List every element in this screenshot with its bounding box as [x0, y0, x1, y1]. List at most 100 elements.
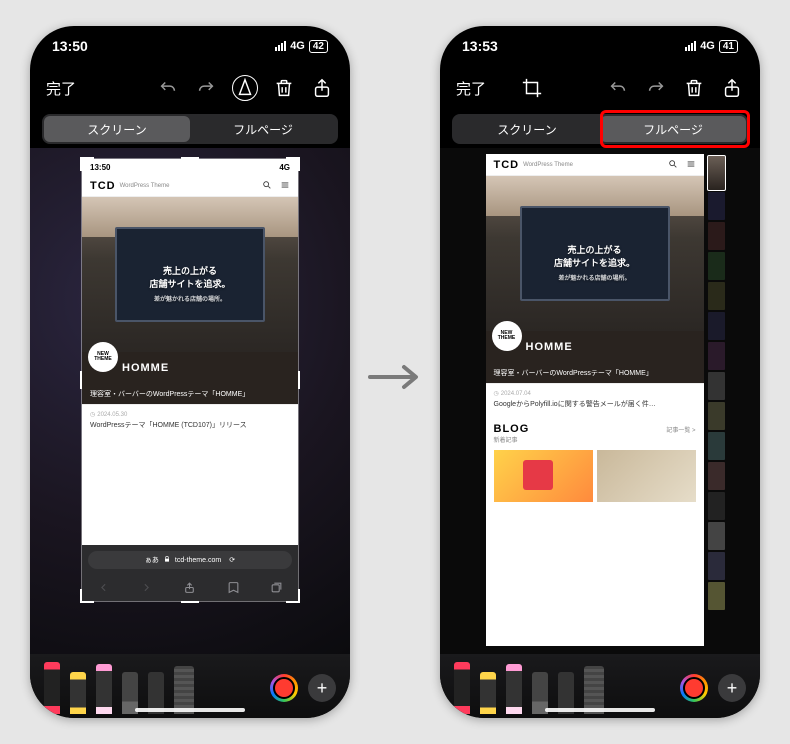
markup-pen-icon[interactable]: [232, 75, 258, 101]
site-tagline: WordPress Theme: [523, 162, 573, 168]
text-size-button: ぁあ: [145, 555, 159, 565]
new-theme-badge: NEWTHEME: [492, 321, 522, 351]
page-thumb[interactable]: [708, 342, 725, 370]
done-button[interactable]: 完了: [46, 78, 76, 99]
page-thumb[interactable]: [708, 522, 725, 550]
editor-canvas[interactable]: 13:50 4G TCD WordPress Theme 売上の上がる: [30, 148, 350, 654]
editor-canvas[interactable]: TCD WordPress Theme 売上の上がる 店舗サイトを追求。 差が魅…: [440, 148, 760, 654]
add-shape-button[interactable]: +: [308, 674, 336, 702]
blog-more-link: 記事一覧 >: [666, 425, 695, 434]
page-thumb[interactable]: [708, 192, 725, 220]
article-item: ◷2024.07.04 GoogleからPolyfill.ioに関する警告メール…: [486, 383, 704, 415]
page-thumb[interactable]: [708, 312, 725, 340]
page-thumb[interactable]: [708, 252, 725, 280]
site-logo: TCD: [90, 180, 116, 192]
article-date: 2024.07.04: [501, 391, 531, 397]
redo-icon[interactable]: [194, 76, 218, 100]
hero-section: 売上の上がる 店舗サイトを追求。 差が魅かれる店舗の場所。: [486, 176, 704, 331]
network-label: 4G: [700, 40, 715, 52]
article-item: ◷2024.05.30 WordPressテーマ「HOMME (TCD107)」…: [82, 404, 298, 436]
search-icon: [668, 159, 678, 171]
menu-icon: [686, 159, 696, 171]
page-thumb[interactable]: [708, 552, 725, 580]
undo-icon[interactable]: [156, 76, 180, 100]
page-thumb[interactable]: [708, 372, 725, 400]
page-thumb[interactable]: [708, 156, 725, 190]
forward-icon: [140, 581, 153, 596]
pen-tool[interactable]: [44, 662, 60, 714]
add-shape-button[interactable]: +: [718, 674, 746, 702]
color-picker-button[interactable]: [270, 674, 298, 702]
back-icon: [97, 581, 110, 596]
ruler-tool[interactable]: [174, 666, 194, 714]
safari-tab-bar: [82, 575, 298, 601]
highlighter-tool[interactable]: [70, 672, 86, 714]
hero-headline-2: 店舗サイトを追求。: [149, 278, 230, 292]
site-tagline: WordPress Theme: [120, 183, 170, 189]
redo-icon[interactable]: [644, 76, 668, 100]
page-thumb[interactable]: [708, 282, 725, 310]
ruler-tool[interactable]: [584, 666, 604, 714]
theme-name: HOMME: [122, 362, 169, 374]
search-icon: [262, 180, 272, 192]
page-thumb[interactable]: [708, 402, 725, 430]
page-thumb[interactable]: [708, 222, 725, 250]
blog-heading: BLOG: [494, 423, 530, 435]
page-thumbnail-strip[interactable]: [708, 154, 725, 646]
arrow-right-icon: [368, 362, 422, 397]
capture-mode-segmented[interactable]: スクリーン フルページ: [42, 114, 338, 144]
color-picker-button[interactable]: [680, 674, 708, 702]
site-logo: TCD: [494, 159, 520, 171]
trash-icon[interactable]: [682, 76, 706, 100]
share-icon[interactable]: [310, 76, 334, 100]
page-thumb[interactable]: [708, 432, 725, 460]
captured-screenshot: 13:50 4G TCD WordPress Theme 売上の上がる: [82, 159, 298, 601]
done-button[interactable]: 完了: [456, 78, 486, 99]
theme-name: HOMME: [526, 341, 573, 353]
status-time: 13:53: [462, 38, 498, 54]
status-bar: 13:50 4G 42: [30, 26, 350, 66]
page-thumb[interactable]: [708, 582, 725, 610]
hero-headline-1: 売上の上がる: [554, 244, 635, 258]
crop-frame[interactable]: 13:50 4G TCD WordPress Theme 売上の上がる: [81, 158, 299, 602]
signal-bars-icon: [685, 41, 696, 51]
undo-icon[interactable]: [606, 76, 630, 100]
tab-fullpage[interactable]: フルページ: [600, 116, 746, 142]
article-title: WordPressテーマ「HOMME (TCD107)」リリース: [90, 420, 290, 430]
signal-bars-icon: [275, 41, 286, 51]
theme-band: NEWTHEME HOMME: [82, 352, 298, 384]
home-indicator[interactable]: [545, 708, 655, 712]
status-time: 13:50: [52, 38, 88, 54]
pencil-tool[interactable]: [96, 664, 112, 714]
battery-icon: 42: [309, 40, 328, 53]
tab-screen[interactable]: スクリーン: [454, 116, 600, 142]
pencil-tool[interactable]: [506, 664, 522, 714]
page-thumb[interactable]: [708, 492, 725, 520]
page-thumb[interactable]: [708, 462, 725, 490]
clock-icon: ◷: [90, 411, 95, 418]
hero-headline-2: 店舗サイトを追求。: [554, 257, 635, 271]
crop-icon[interactable]: [520, 76, 544, 100]
share-icon[interactable]: [720, 76, 744, 100]
menu-icon: [280, 180, 290, 192]
safari-address-bar: ぁあ tcd-theme.com ⟳: [82, 545, 298, 575]
hero-subtext: 差が魅かれる店舗の場所。: [554, 275, 635, 284]
pen-tool[interactable]: [454, 662, 470, 714]
capture-mode-segmented[interactable]: スクリーン フルページ: [452, 114, 748, 144]
home-indicator[interactable]: [135, 708, 245, 712]
lock-icon: [163, 555, 171, 565]
hero-subtext: 差が魅かれる店舗の場所。: [149, 296, 230, 305]
bookmarks-icon: [227, 581, 240, 596]
blog-thumbnails: [494, 450, 696, 502]
highlighter-tool[interactable]: [480, 672, 496, 714]
fullpage-capture: TCD WordPress Theme 売上の上がる 店舗サイトを追求。 差が魅…: [486, 154, 704, 646]
tab-screen[interactable]: スクリーン: [44, 116, 190, 142]
article-title: GoogleからPolyfill.ioに関する警告メールが届く件…: [494, 399, 696, 409]
hero-section: 売上の上がる 店舗サイトを追求。 差が魅かれる店舗の場所。: [82, 197, 298, 352]
theme-description: 理容室・バーバーのWordPressテーマ「HOMME」: [486, 363, 704, 383]
battery-icon: 41: [719, 40, 738, 53]
trash-icon[interactable]: [272, 76, 296, 100]
tab-fullpage[interactable]: フルページ: [190, 116, 336, 142]
editor-toolbar: 完了: [440, 66, 760, 110]
blog-subheading: 新着記事: [494, 435, 530, 444]
